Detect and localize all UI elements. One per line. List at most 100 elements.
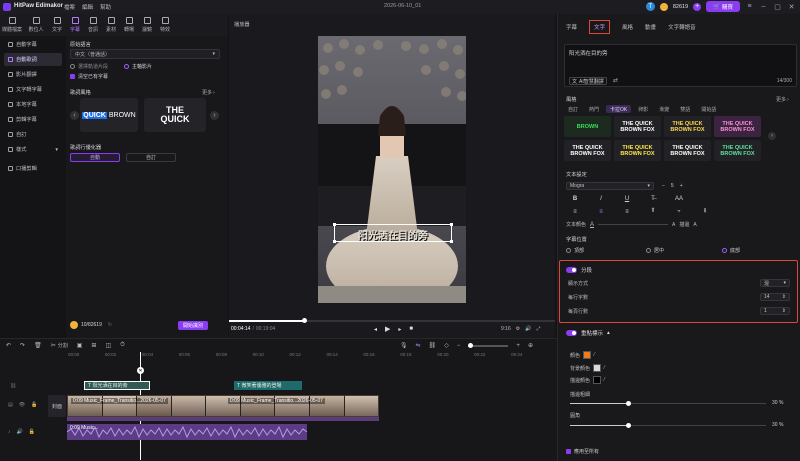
eyedropper-icon[interactable]: ⁄ xyxy=(604,365,605,371)
tab-tts[interactable]: 文字轉語音 xyxy=(668,23,696,31)
position-middle[interactable]: 居中 xyxy=(646,247,664,254)
style-preset-tile[interactable]: THE QUICK BROWN FOX xyxy=(664,116,711,137)
link-icon[interactable]: ⛓ xyxy=(429,342,437,349)
settings-icon[interactable]: ⚙ xyxy=(516,326,520,332)
style-preset-tile[interactable]: THE QUICK BROWN FOX xyxy=(714,116,761,137)
split-button[interactable]: ✂ 分割 xyxy=(51,342,68,349)
snap-icon[interactable]: ⇋ xyxy=(416,342,421,349)
freeze-icon[interactable]: ◫ xyxy=(105,342,111,349)
start-recognition-button[interactable]: 開始識別 xyxy=(178,321,209,330)
playhead-cursor-icon[interactable]: ✕ xyxy=(137,367,144,374)
tab-text[interactable]: 文字 xyxy=(589,20,611,34)
style-tab[interactable]: 自訂 xyxy=(564,105,582,113)
menu-file[interactable]: 檔案 xyxy=(64,3,75,11)
tab-animation[interactable]: 動畫 xyxy=(645,23,656,31)
style-preset-tile[interactable]: THE QUICK BROWN FOX xyxy=(714,140,761,161)
clear-subtitles-checkbox[interactable]: 清空已有字幕 xyxy=(70,73,108,80)
menu-edit[interactable]: 編輯 xyxy=(82,3,93,11)
zoom-out-icon[interactable]: − xyxy=(457,343,461,349)
stop-icon[interactable]: ■ xyxy=(409,326,413,332)
maximize-icon[interactable]: ▢ xyxy=(773,3,782,11)
valign-bottom-icon[interactable]: ⫫ xyxy=(694,207,716,216)
tool-transition[interactable]: 轉場 xyxy=(120,14,138,36)
language-select[interactable]: 中文（普通話） ▾ xyxy=(70,49,220,59)
nav-text-to-subtitle[interactable]: 文字轉字幕 xyxy=(4,83,62,96)
tab-style[interactable]: 風格 xyxy=(622,23,633,31)
slider-knob[interactable] xyxy=(626,401,631,406)
highlight-toggle[interactable] xyxy=(566,330,577,336)
bg-color-swatch[interactable] xyxy=(593,364,602,372)
chars-per-line-stepper[interactable]: 14 ⇕ xyxy=(760,293,790,301)
uppercase-icon[interactable]: AA xyxy=(668,194,690,203)
plus-icon[interactable]: + xyxy=(680,183,683,189)
progress-track[interactable] xyxy=(229,320,555,322)
mic-icon[interactable]: 🎙 xyxy=(400,342,408,349)
stroke-width-slider[interactable] xyxy=(570,401,766,406)
video-frame[interactable]: 阳光洒在目的旁 xyxy=(318,36,466,303)
segment-toggle[interactable] xyxy=(566,267,577,273)
tool-audio[interactable]: 音訊 xyxy=(84,14,102,36)
stroke-color-swatch[interactable] xyxy=(593,376,602,384)
style-tab[interactable]: 熱門 xyxy=(585,105,603,113)
minimize-icon[interactable]: – xyxy=(759,3,768,10)
menu-help[interactable]: 幫助 xyxy=(100,3,111,11)
next-frame-icon[interactable]: ▸ xyxy=(398,326,401,333)
fullscreen-icon[interactable]: ⤢ xyxy=(536,326,540,332)
nav-auto-lyrics[interactable]: 自動歌詞 xyxy=(4,53,62,66)
font-color-icon[interactable]: A xyxy=(590,222,594,228)
tool-avatar[interactable]: 數位人 xyxy=(24,14,48,36)
subtitle-clip[interactable]: T 微笑著優雅的登場 xyxy=(234,381,302,390)
ai-tools-icon[interactable]: ⊞ xyxy=(91,342,96,349)
lock-icon[interactable]: 🔓 xyxy=(31,402,37,408)
style-tab[interactable]: 漸變 xyxy=(655,105,673,113)
italic-icon[interactable]: I xyxy=(590,194,612,203)
optimizer-auto[interactable]: 自動 xyxy=(70,153,120,162)
buy-button[interactable]: 🛒 購買 xyxy=(706,1,740,12)
menu-icon[interactable]: ≡ xyxy=(745,3,754,10)
video-clip[interactable]: 0:09 Music_Frame_Transitio...2026-05-07 … xyxy=(67,395,379,417)
next-preset-icon[interactable]: › xyxy=(768,132,776,140)
style-tab[interactable]: 卵影 xyxy=(634,105,652,113)
style-preset-tile[interactable]: BROWN xyxy=(564,116,611,137)
prev-arrow-icon[interactable]: ‹ xyxy=(70,111,79,120)
tool-stock[interactable]: 素材 xyxy=(102,14,120,36)
add-credits-icon[interactable]: + xyxy=(693,2,702,11)
tab-subtitle[interactable]: 字幕 xyxy=(566,23,577,31)
nav-custom[interactable]: 自訂 xyxy=(4,128,62,141)
eyedropper-icon[interactable]: ⁄ xyxy=(604,377,605,383)
tool-filter[interactable]: 濾鏡 xyxy=(138,14,156,36)
tool-media[interactable]: 媒體檔案 xyxy=(0,14,24,36)
style-tab-active[interactable]: 卡拉OK xyxy=(606,105,632,113)
ai-translate-button[interactable]: 文 AI智慧翻譯 xyxy=(569,77,607,85)
refresh-icon[interactable]: ↻ xyxy=(108,322,112,328)
lock-icon[interactable]: 🔓 xyxy=(29,429,35,435)
stroke-icon[interactable]: A xyxy=(693,222,696,228)
next-arrow-icon[interactable]: › xyxy=(210,111,219,120)
speed-icon[interactable]: ⏱ xyxy=(120,342,125,349)
font-color-icon[interactable]: A xyxy=(672,222,675,228)
nav-local-subtitle[interactable]: 本地字幕 xyxy=(4,98,62,111)
resize-handle[interactable] xyxy=(333,223,336,226)
play-icon[interactable]: ▶ xyxy=(385,325,390,333)
valign-top-icon[interactable]: ⫪ xyxy=(642,207,664,216)
nav-style[interactable]: 樣式 ▾ xyxy=(4,143,62,156)
style-preset-tile[interactable]: THE QUICK BROWN FOX xyxy=(664,140,711,161)
position-top[interactable]: 頂部 xyxy=(566,247,584,254)
position-bottom[interactable]: 底部 xyxy=(722,247,740,254)
crop-icon[interactable]: ▣ xyxy=(77,342,83,349)
undo-icon[interactable]: ↶ xyxy=(6,342,11,349)
caption-selection-box[interactable]: 阳光洒在目的旁 xyxy=(333,223,453,243)
bold-icon[interactable]: B xyxy=(564,194,586,203)
link-icon[interactable]: ⛓ xyxy=(10,383,16,389)
fit-icon[interactable]: ⊕ xyxy=(528,342,533,349)
resize-handle[interactable] xyxy=(450,223,453,226)
eyedropper-icon[interactable]: ⁄ xyxy=(594,352,595,358)
font-size-stepper[interactable]: −5 + xyxy=(662,182,696,190)
style-tab[interactable]: 開始語 xyxy=(697,105,720,113)
align-center-icon[interactable]: ≡ xyxy=(590,207,612,216)
underline-icon[interactable]: U xyxy=(616,194,638,203)
nav-auto-subtitle[interactable]: 自動字幕 xyxy=(4,38,62,51)
delete-icon[interactable]: 🗑 xyxy=(34,342,42,349)
subtitle-clip-selected[interactable]: T 阳光洒在目的旁 xyxy=(84,381,150,390)
minus-icon[interactable]: − xyxy=(662,183,665,189)
